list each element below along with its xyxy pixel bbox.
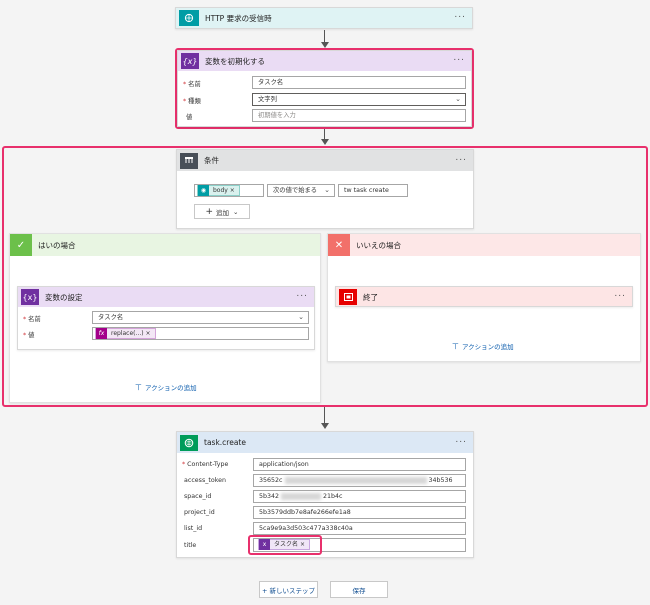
variable-icon: {x} xyxy=(181,53,199,69)
set-variable-title: 変数の設定 xyxy=(45,292,83,302)
plus-icon: + xyxy=(205,206,214,217)
list-id-field[interactable]: 5ca9e9a3d503c477a338c40a xyxy=(253,522,466,535)
function-icon: fx xyxy=(96,328,107,339)
connector-arrowhead xyxy=(320,139,329,145)
set-variable-card[interactable]: {x} 変数の設定 ··· * 名前 タスク名 ⌄ * 値 fx replace… xyxy=(17,286,315,350)
variable-type-select[interactable]: 文字列 ⌄ xyxy=(252,93,466,106)
redacted-blur xyxy=(284,476,427,484)
save-button[interactable]: 保存 xyxy=(330,581,388,598)
access-token-start: 35652c xyxy=(259,477,283,484)
http-globe-icon: ◉ xyxy=(198,185,209,196)
http-trigger-title: HTTP 要求の受信時 xyxy=(205,13,272,23)
name-label: * 名前 xyxy=(183,81,201,88)
yes-branch-panel: ✓ はいの場合 {x} 変数の設定 ··· * 名前 タスク名 ⌄ * 値 fx… xyxy=(9,233,321,403)
more-options-icon[interactable]: ··· xyxy=(455,438,467,447)
init-variable-title: 変数を初期化する xyxy=(205,56,265,66)
type-label: * 種類 xyxy=(183,98,201,105)
add-condition-button[interactable]: + 追加 ⌄ xyxy=(194,204,250,219)
add-action-icon: ⊤ xyxy=(135,382,142,392)
content-type-label: * Content-Type xyxy=(182,461,229,468)
chevron-down-icon: ⌄ xyxy=(455,95,461,103)
add-action-link-yes[interactable]: ⊤ アクションの追加 xyxy=(135,382,197,393)
condition-operator-value: 次の値で始まる xyxy=(273,187,318,194)
check-icon: ✓ xyxy=(10,234,32,256)
terminate-icon xyxy=(339,289,357,305)
set-variable-value-field[interactable]: fx replace(...) × xyxy=(92,327,309,340)
condition-icon xyxy=(180,152,198,169)
yes-branch-title: はいの場合 xyxy=(38,240,76,250)
connector-arrowhead xyxy=(320,423,329,429)
new-step-button[interactable]: + 新しいステップ xyxy=(259,581,318,598)
body-token-label: body xyxy=(213,187,228,194)
add-action-link-no[interactable]: ⊤ アクションの追加 xyxy=(452,341,514,352)
space-id-label: space_id xyxy=(184,493,212,500)
close-icon: ✕ xyxy=(328,234,350,256)
space-id-start: 5b342 xyxy=(259,493,280,500)
space-id-field[interactable]: 5b342 21b4c xyxy=(253,490,466,503)
more-options-icon[interactable]: ··· xyxy=(614,292,626,302)
http-trigger-card[interactable]: HTTP 要求の受信時 ··· xyxy=(175,7,473,29)
condition-card[interactable]: 条件 ··· ◉ body × 次の値で始まる ⌄ tw task create… xyxy=(176,149,474,229)
terminate-card[interactable]: 終了 ··· xyxy=(335,286,633,307)
chevron-down-icon: ⌄ xyxy=(298,313,304,321)
value-label: * 値 xyxy=(23,332,35,339)
more-options-icon[interactable]: ··· xyxy=(454,13,466,23)
no-branch-title: いいえの場合 xyxy=(356,240,401,250)
more-options-icon[interactable]: ··· xyxy=(455,156,467,165)
title-label: title xyxy=(184,542,197,549)
content-type-field[interactable]: application/json xyxy=(253,458,466,471)
condition-left-operand[interactable]: ◉ body × xyxy=(194,184,264,197)
expression-token-label: replace(...) xyxy=(111,330,144,337)
add-action-icon: ⊤ xyxy=(452,341,459,351)
title-token-highlight xyxy=(248,535,322,555)
project-id-label: project_id xyxy=(184,509,215,516)
add-action-label: アクションの追加 xyxy=(461,343,514,351)
token-remove-icon[interactable]: × xyxy=(230,185,235,196)
access-token-field[interactable]: 35652c 34b536 xyxy=(253,474,466,487)
add-condition-label: 追加 xyxy=(216,208,230,217)
http-globe-icon xyxy=(179,10,199,26)
body-token[interactable]: ◉ body × xyxy=(197,185,240,196)
variable-name-field[interactable]: タスク名 xyxy=(252,76,466,89)
access-token-label: access_token xyxy=(184,477,226,484)
chevron-down-icon: ⌄ xyxy=(233,207,239,216)
condition-operator-select[interactable]: 次の値で始まる ⌄ xyxy=(267,184,335,197)
set-variable-name-select[interactable]: タスク名 ⌄ xyxy=(92,311,309,324)
list-id-label: list_id xyxy=(184,525,203,532)
task-create-card[interactable]: task.create ··· * Content-Type applicati… xyxy=(176,431,474,558)
variable-value-field[interactable]: 初期値を入力 xyxy=(252,109,466,122)
token-remove-icon[interactable]: × xyxy=(146,328,151,339)
more-options-icon[interactable]: ··· xyxy=(453,56,465,66)
no-branch-panel: ✕ いいえの場合 終了 ··· ⊤ アクションの追加 xyxy=(327,233,641,362)
set-variable-name-value: タスク名 xyxy=(98,314,124,321)
task-create-title: task.create xyxy=(204,438,246,447)
value-label: 値 xyxy=(186,114,193,121)
variable-type-value: 文字列 xyxy=(258,96,277,103)
chevron-down-icon: ⌄ xyxy=(324,186,330,194)
terminate-title: 終了 xyxy=(363,292,378,302)
connector-arrow xyxy=(324,407,325,424)
add-action-label: アクションの追加 xyxy=(144,384,197,392)
init-variable-card[interactable]: {x} 変数を初期化する ··· * 名前 タスク名 * 種類 文字列 ⌄ 値 … xyxy=(177,50,472,127)
redacted-blur xyxy=(281,492,322,500)
access-token-end: 34b536 xyxy=(428,477,453,484)
name-label: * 名前 xyxy=(23,316,41,323)
web-globe-icon xyxy=(180,434,198,451)
condition-title: 条件 xyxy=(204,156,219,165)
expression-token[interactable]: fx replace(...) × xyxy=(95,328,156,339)
more-options-icon[interactable]: ··· xyxy=(296,292,308,302)
space-id-end: 21b4c xyxy=(323,493,343,500)
project-id-field[interactable]: 5b3579ddb7e8afe266efe1a8 xyxy=(253,506,466,519)
condition-value-field[interactable]: tw task create xyxy=(338,184,408,197)
variable-icon: {x} xyxy=(21,289,39,305)
